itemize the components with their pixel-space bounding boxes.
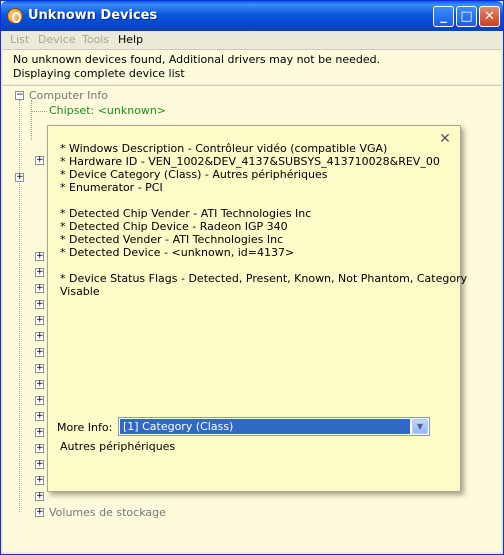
expand-toggle[interactable]: + bbox=[15, 173, 24, 182]
expand-toggle[interactable]: + bbox=[35, 364, 44, 373]
menu-bar: List Device Tools Help bbox=[3, 31, 501, 49]
app-icon bbox=[7, 8, 23, 24]
expand-toggle[interactable]: + bbox=[35, 460, 44, 469]
chevron-down-icon[interactable]: ▼ bbox=[412, 419, 428, 434]
expand-toggle[interactable]: + bbox=[35, 428, 44, 437]
detail-device-category: * Device Category (Class) - Autres périp… bbox=[60, 168, 328, 181]
detail-device: * Detected Device - <unknown, id=4137> bbox=[60, 246, 295, 259]
detail-status-flags-cont: Visable bbox=[60, 285, 100, 298]
status-line-2: Displaying complete device list bbox=[13, 67, 185, 80]
minimize-button[interactable]: _ bbox=[433, 6, 454, 27]
detail-windows-description: * Windows Description - Contrôleur vidéo… bbox=[60, 142, 388, 155]
expand-toggle[interactable]: + bbox=[35, 396, 44, 405]
expand-toggle[interactable]: + bbox=[35, 156, 44, 165]
maximize-button[interactable]: □ bbox=[456, 6, 477, 27]
more-info-value: Autres périphériques bbox=[60, 440, 176, 453]
expand-toggle[interactable]: + bbox=[35, 348, 44, 357]
popup-close-icon[interactable]: ✕ bbox=[438, 132, 452, 146]
device-detail-popup: ✕ * Windows Description - Contrôleur vid… bbox=[47, 125, 467, 492]
expand-toggle-volumes[interactable]: + bbox=[35, 508, 44, 517]
expand-toggle[interactable]: + bbox=[35, 268, 44, 277]
tree-node-volumes[interactable]: Volumes de stockage bbox=[49, 506, 166, 520]
expand-toggle[interactable]: + bbox=[35, 380, 44, 389]
window-title: Unknown Devices bbox=[28, 8, 158, 23]
tree-branch-line bbox=[31, 111, 47, 112]
menu-tools[interactable]: Tools bbox=[82, 33, 109, 46]
detail-enumerator: * Enumerator - PCI bbox=[60, 181, 163, 194]
menu-device[interactable]: Device bbox=[38, 33, 76, 46]
more-info-selected-value: [1] Category (Class) bbox=[120, 419, 410, 434]
detail-vender: * Detected Vender - ATI Technologies Inc bbox=[60, 233, 284, 246]
detail-chip-vender: * Detected Chip Vender - ATI Technologie… bbox=[60, 207, 312, 220]
expand-toggle[interactable]: + bbox=[35, 492, 44, 501]
tree-node-chipset[interactable]: Chipset: <unknown> bbox=[49, 104, 166, 118]
expand-toggle[interactable]: + bbox=[35, 444, 44, 453]
expand-toggle[interactable]: + bbox=[35, 252, 44, 261]
expand-toggle[interactable]: + bbox=[35, 300, 44, 309]
tree-node-computer-info[interactable]: Computer Info bbox=[29, 89, 108, 103]
expand-toggle[interactable]: + bbox=[35, 284, 44, 293]
tree-guide-line bbox=[19, 100, 20, 512]
expand-toggle[interactable]: + bbox=[35, 332, 44, 341]
menu-help[interactable]: Help bbox=[118, 33, 143, 46]
close-button[interactable]: ✕ bbox=[479, 6, 500, 27]
expand-toggle[interactable]: + bbox=[35, 476, 44, 485]
more-info-label: More Info: bbox=[57, 421, 113, 434]
detail-hardware-id: * Hardware ID - VEN_1002&DEV_4137&SUBSYS… bbox=[60, 155, 440, 168]
detail-status-flags: * Device Status Flags - Detected, Presen… bbox=[60, 272, 468, 285]
expand-toggle-computer-info[interactable]: − bbox=[15, 91, 24, 100]
expand-toggle[interactable]: + bbox=[35, 316, 44, 325]
detail-chip-device: * Detected Chip Device - Radeon IGP 340 bbox=[60, 220, 288, 233]
expand-toggle[interactable]: + bbox=[35, 412, 44, 421]
more-info-select[interactable]: [1] Category (Class) ▼ bbox=[118, 417, 430, 436]
status-line-1: No unknown devices found, Additional dri… bbox=[13, 53, 381, 66]
tree-guide-line bbox=[31, 100, 32, 140]
status-area: No unknown devices found, Additional dri… bbox=[3, 49, 501, 84]
menu-list[interactable]: List bbox=[10, 33, 29, 46]
main-window: Unknown Devices _ □ ✕ List Device Tools … bbox=[0, 0, 504, 555]
title-bar[interactable]: Unknown Devices _ □ ✕ bbox=[1, 1, 503, 31]
